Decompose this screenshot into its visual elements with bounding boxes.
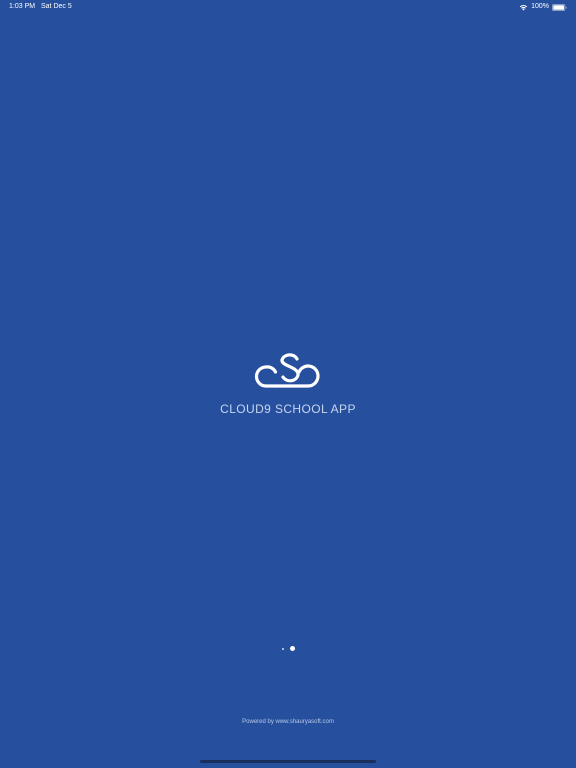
- status-bar: 1:03 PM Sat Dec 5 100%: [0, 0, 576, 14]
- page-indicator[interactable]: [0, 646, 576, 651]
- battery-percent: 100%: [531, 3, 549, 10]
- splash-screen: 1:03 PM Sat Dec 5 100% CLOUD9 SCHOOL APP…: [0, 0, 576, 768]
- powered-by-footer: Powered by www.shauryasoft.com: [242, 719, 334, 725]
- status-date: Sat Dec 5: [41, 3, 72, 10]
- page-dot-inactive[interactable]: [281, 647, 284, 650]
- home-indicator[interactable]: [200, 760, 376, 763]
- app-logo-block: CLOUD9 SCHOOL APP: [0, 350, 576, 416]
- battery-icon: [552, 3, 567, 11]
- cloud-logo-icon: [254, 353, 320, 388]
- status-indicators: 100%: [519, 0, 567, 14]
- app-title: CLOUD9 SCHOOL APP: [220, 402, 356, 416]
- page-dot-active[interactable]: [289, 646, 295, 651]
- wifi-icon: [519, 4, 528, 10]
- status-time: 1:03 PM: [9, 3, 36, 10]
